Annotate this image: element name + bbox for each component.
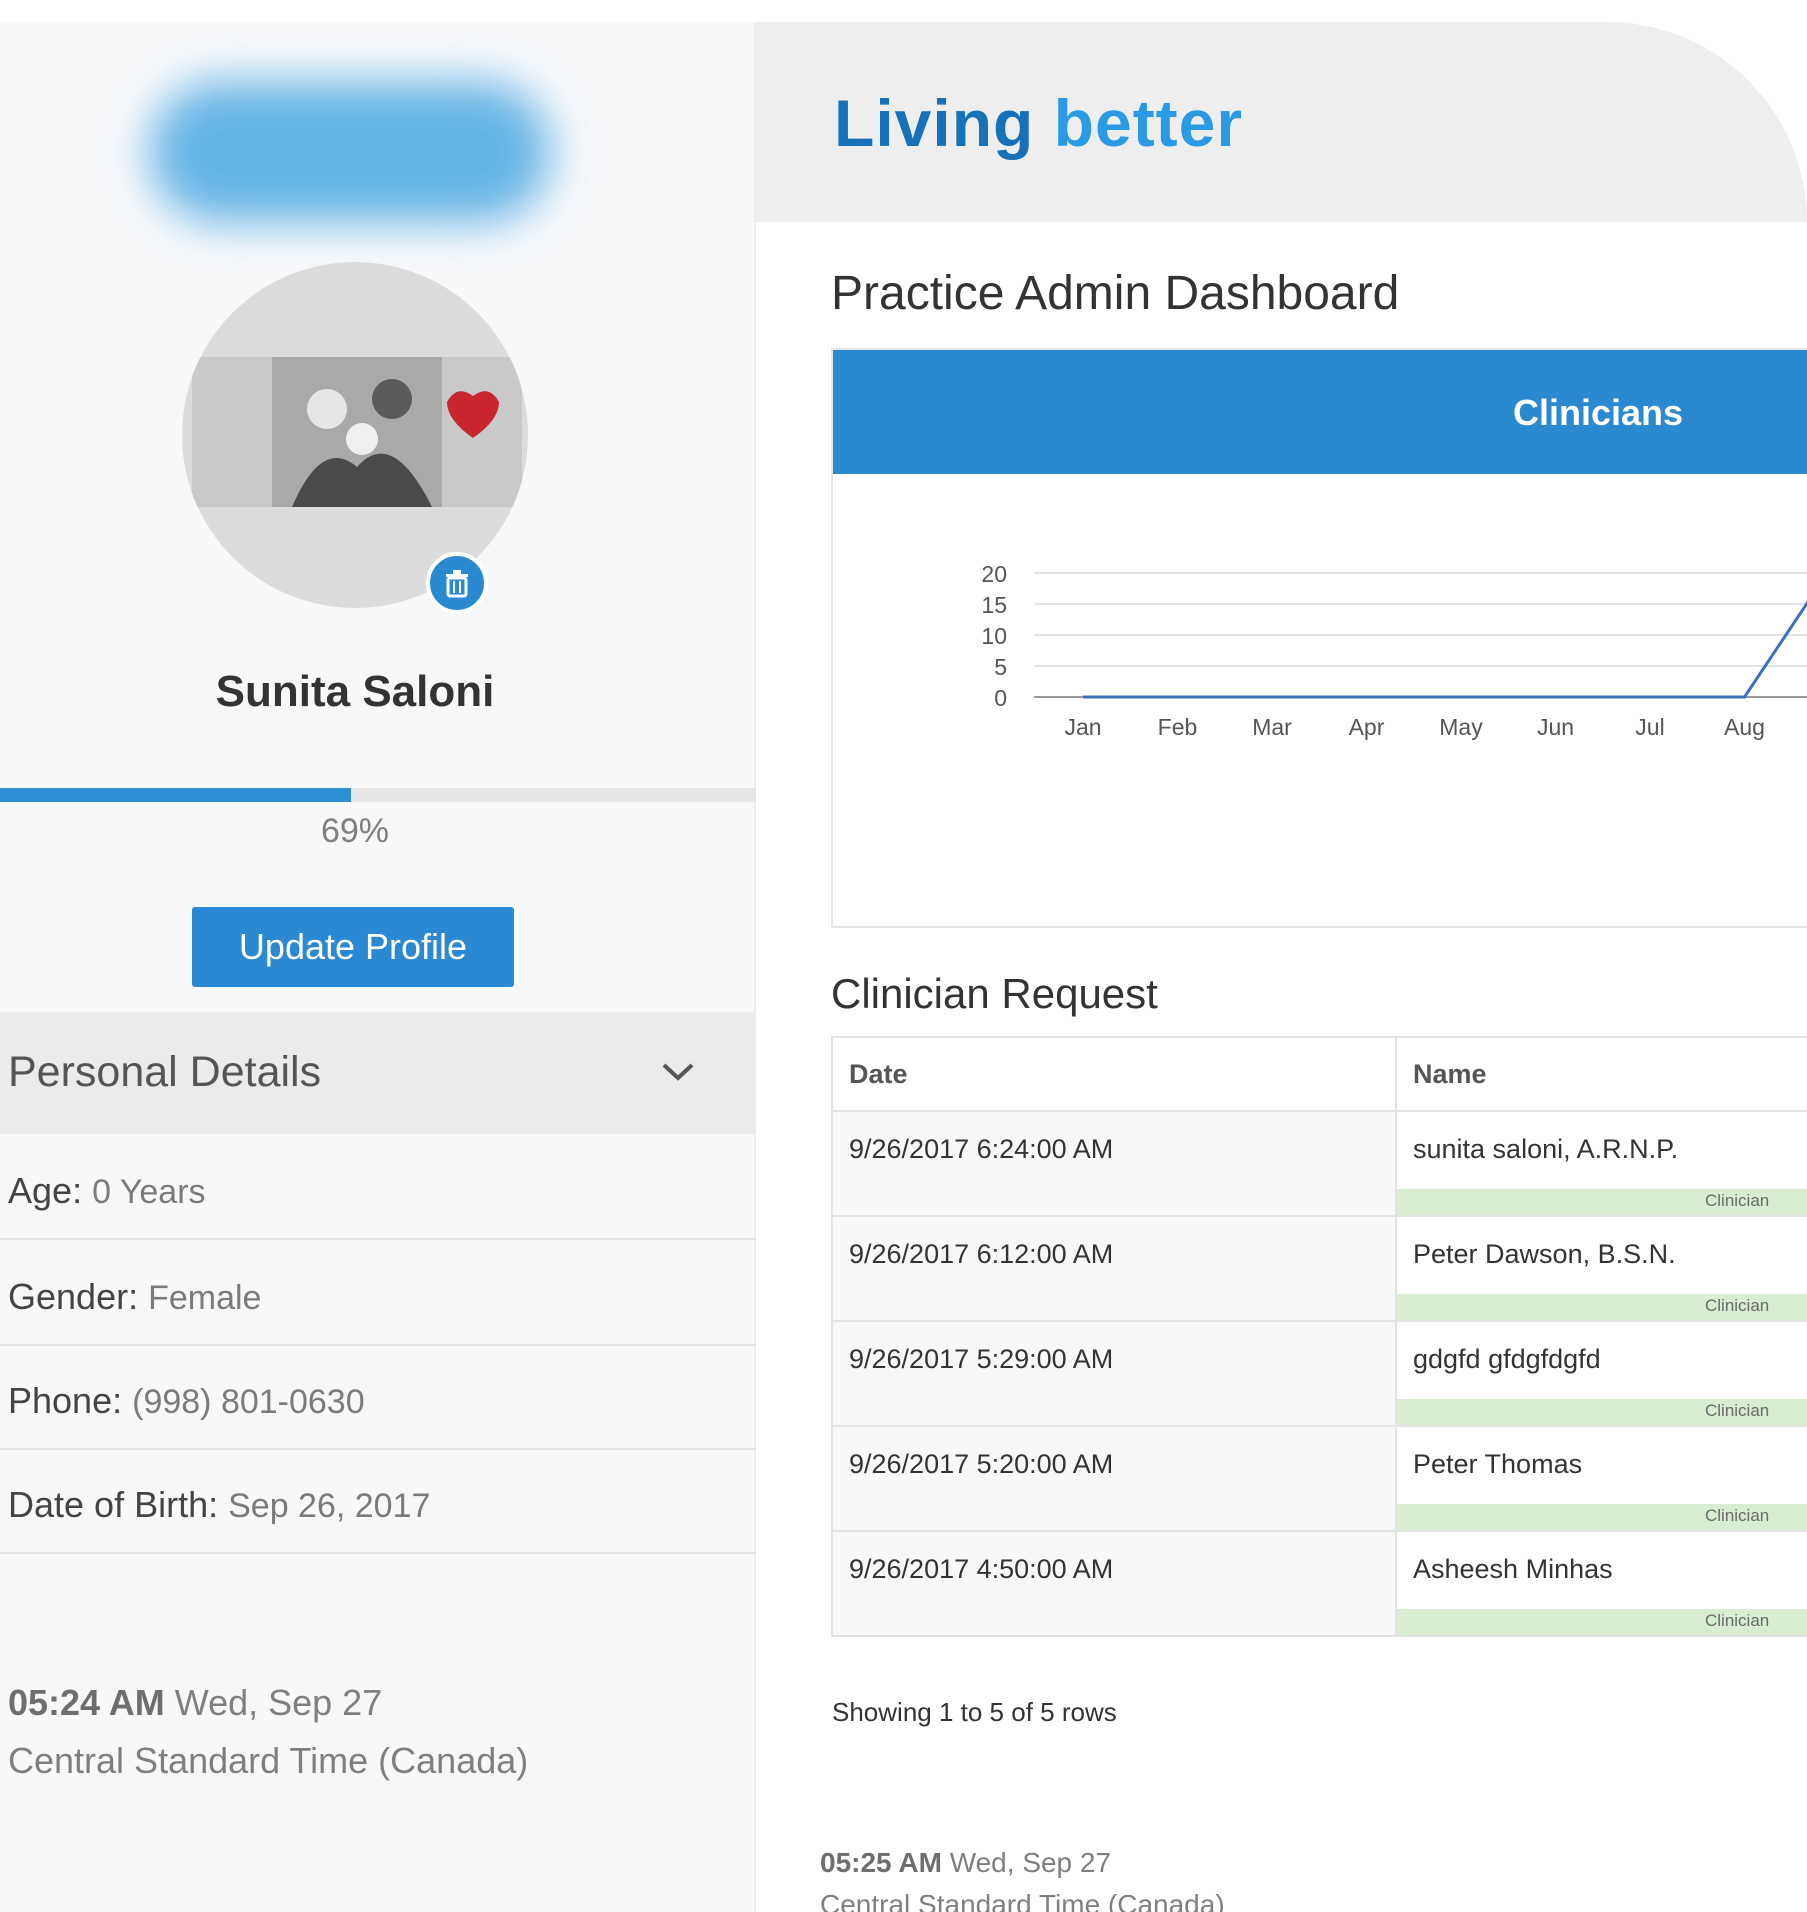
clinician-name: Asheesh Minhas: [1413, 1554, 1613, 1584]
role-badge: Clinician: [1397, 1399, 1807, 1425]
x-tick-label: Jul: [1635, 714, 1664, 740]
y-tick-label: 20: [981, 561, 1007, 587]
profile-progress-bar: [0, 788, 756, 802]
profile-progress-fill: [0, 788, 351, 802]
table-header-row: Date Name: [831, 1036, 1807, 1112]
clock-timezone: Central Standard Time (Canada): [820, 1889, 1225, 1912]
clinicians-line-chart: 0 5 10 15 20 Jan Feb Mar Apr May Jun Jul Aug: [981, 561, 1807, 740]
name-cell: Peter Thomas Clinician: [1395, 1425, 1807, 1532]
date-cell: 9/26/2017 5:29:00 AM: [831, 1320, 1397, 1427]
series-line: [1083, 600, 1807, 699]
personal-details-title: Personal Details: [8, 1048, 322, 1096]
profile-progress-label: 69%: [320, 812, 390, 850]
column-header-date[interactable]: Date: [831, 1036, 1397, 1112]
x-tick-label: Jan: [1064, 714, 1101, 740]
detail-age: Age: 0 Years: [0, 1136, 756, 1240]
detail-phone: Phone: (998) 801-0630: [0, 1346, 756, 1450]
detail-value: (998) 801-0630: [132, 1383, 365, 1421]
role-label: Clinician: [1705, 1296, 1770, 1315]
clock-time: 05:25 AM: [820, 1847, 942, 1878]
detail-dob: Date of Birth: Sep 26, 2017: [0, 1450, 756, 1554]
detail-value: Sep 26, 2017: [228, 1487, 431, 1525]
role-label: Clinician: [1705, 1191, 1770, 1210]
y-tick-label: 5: [994, 654, 1007, 680]
y-tick-label: 10: [981, 623, 1007, 649]
clock-date: Wed, Sep 27: [174, 1682, 383, 1723]
footer-clock: 05:25 AM Wed, Sep 27 Central Standard Ti…: [820, 1842, 1225, 1912]
x-tick-label: Jun: [1537, 714, 1574, 740]
clinician-request-table: Date Name 9/26/2017 6:24:00 AM sunita sa…: [831, 1036, 1807, 1637]
role-label: Clinician: [1705, 1506, 1770, 1525]
y-tick-label: 15: [981, 592, 1007, 618]
role-badge: Clinician: [1397, 1504, 1807, 1530]
detail-label: Age: [8, 1170, 73, 1211]
role-badge: Clinician: [1397, 1294, 1807, 1320]
table-row[interactable]: 9/26/2017 5:20:00 AM Peter Thomas Clinic…: [831, 1425, 1807, 1532]
table-row[interactable]: 9/26/2017 6:24:00 AM sunita saloni, A.R.…: [831, 1110, 1807, 1217]
x-tick-label: May: [1439, 714, 1483, 740]
clinicians-chart-card: Clinicians 0 5 10 15 20 Jan Feb Mar Apr May Jun Jul…: [831, 348, 1807, 928]
role-badge: Clinician: [1397, 1609, 1807, 1635]
x-tick-label: Feb: [1158, 714, 1198, 740]
name-cell: Asheesh Minhas Clinician: [1395, 1530, 1807, 1637]
personal-details-toggle[interactable]: Personal Details: [0, 1012, 756, 1134]
clinician-request-title: Clinician Request: [831, 970, 1158, 1017]
page-title: Practice Admin Dashboard: [831, 267, 1400, 320]
delete-photo-button[interactable]: [426, 552, 488, 614]
x-tick-label: Apr: [1349, 714, 1385, 740]
x-tick-label: Aug: [1724, 714, 1765, 740]
update-profile-button[interactable]: Update Profile: [192, 907, 514, 987]
brand-word-2: better: [1053, 86, 1244, 160]
clinician-name: sunita saloni, A.R.N.P.: [1413, 1134, 1679, 1164]
date-cell: 9/26/2017 6:12:00 AM: [831, 1215, 1397, 1322]
family-photo: [192, 357, 522, 507]
name-cell: Peter Dawson, B.S.N. Clinician: [1395, 1215, 1807, 1322]
sidebar-clock: 05:24 AM Wed, Sep 27 Central Standard Ti…: [8, 1674, 528, 1790]
chevron-down-icon: [662, 1063, 694, 1081]
y-tick-label: 0: [994, 685, 1007, 711]
trash-icon: [446, 570, 468, 598]
clock-time: 05:24 AM: [8, 1682, 165, 1723]
clinician-name: gdgfd gfdgfdgfd: [1413, 1344, 1601, 1374]
table-row[interactable]: 9/26/2017 6:12:00 AM Peter Dawson, B.S.N…: [831, 1215, 1807, 1322]
detail-gender: Gender: Female: [0, 1242, 756, 1346]
x-tick-label: Mar: [1252, 714, 1292, 740]
clock-date: Wed, Sep 27: [949, 1847, 1112, 1878]
clock-timezone: Central Standard Time (Canada): [8, 1740, 529, 1781]
role-badge: Clinician: [1397, 1189, 1807, 1215]
date-cell: 9/26/2017 6:24:00 AM: [831, 1110, 1397, 1217]
role-label: Clinician: [1705, 1611, 1770, 1630]
user-name: Sunita Saloni: [215, 667, 495, 716]
brand-word-1: Living: [834, 86, 1035, 160]
pagination-summary: Showing 1 to 5 of 5 rows: [832, 1697, 1117, 1727]
detail-label: Gender: [8, 1276, 129, 1317]
role-label: Clinician: [1705, 1401, 1770, 1420]
detail-label: Phone: [8, 1380, 113, 1421]
brand-logo: Living better: [834, 85, 1243, 161]
name-cell: sunita saloni, A.R.N.P. Clinician: [1395, 1110, 1807, 1217]
chart-header: Clinicians: [833, 350, 1807, 474]
detail-value: Female: [148, 1279, 262, 1317]
column-header-name[interactable]: Name: [1395, 1036, 1807, 1112]
profile-sidebar: Sunita Saloni 69% Update Profile Persona…: [0, 22, 756, 1912]
clinician-name: Peter Dawson, B.S.N.: [1413, 1239, 1676, 1269]
chart-title: Clinicians: [1512, 392, 1684, 433]
detail-label: Date of Birth: [8, 1484, 209, 1525]
detail-value: 0 Years: [92, 1173, 206, 1211]
table-row[interactable]: 9/26/2017 4:50:00 AM Asheesh Minhas Clin…: [831, 1530, 1807, 1637]
table-row[interactable]: 9/26/2017 5:29:00 AM gdgfd gfdgfdgfd Cli…: [831, 1320, 1807, 1427]
date-cell: 9/26/2017 5:20:00 AM: [831, 1425, 1397, 1532]
name-cell: gdgfd gfdgfdgfd Clinician: [1395, 1320, 1807, 1427]
date-cell: 9/26/2017 4:50:00 AM: [831, 1530, 1397, 1637]
logo-blurred: [150, 82, 550, 222]
clinician-name: Peter Thomas: [1413, 1449, 1583, 1479]
avatar[interactable]: [182, 262, 528, 608]
